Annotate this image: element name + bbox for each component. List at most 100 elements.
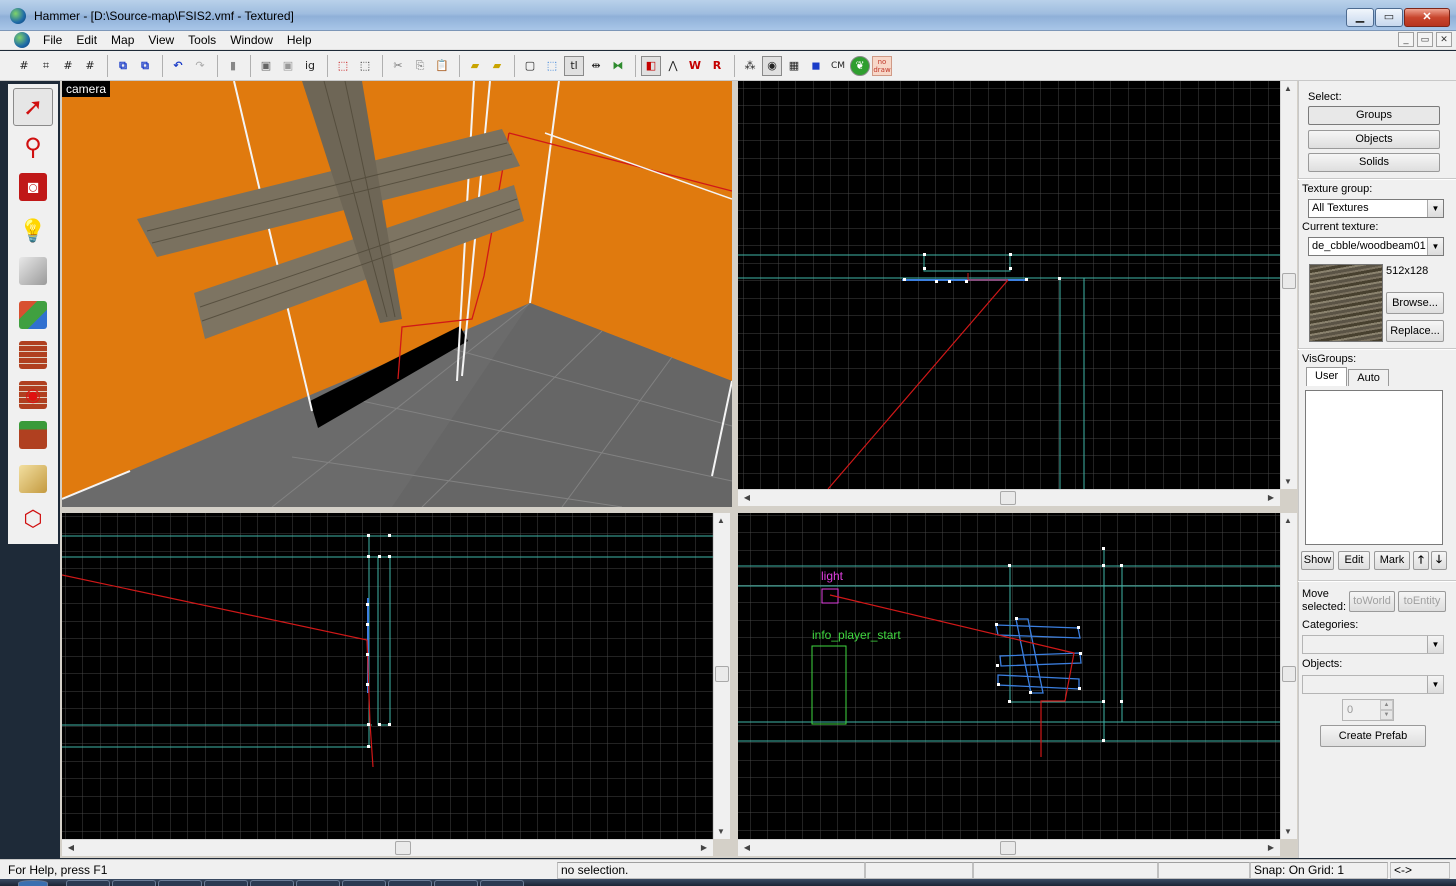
scroll-thumb[interactable]	[1000, 491, 1016, 505]
tab-auto[interactable]: Auto	[1348, 369, 1389, 386]
visgroup-edit-button[interactable]: Edit	[1338, 551, 1370, 570]
hazard-stripes-x-icon[interactable]: ▰	[487, 56, 507, 76]
flip-horizontal-icon[interactable]: ⇹	[586, 56, 606, 76]
chevron-down-icon[interactable]: ▼	[1427, 636, 1443, 653]
overlay-tool[interactable]	[13, 416, 53, 454]
menu-window[interactable]: Window	[223, 31, 280, 50]
auto-selection-icon[interactable]: R	[707, 56, 727, 76]
hide-selected-icon[interactable]: ▣	[256, 56, 276, 76]
model-icon[interactable]: ⋀	[663, 56, 683, 76]
taskbar-app-button[interactable]	[112, 880, 156, 886]
move-to-world-icon[interactable]: ⬚	[355, 56, 375, 76]
toggle-grid-icon[interactable]: #	[14, 56, 34, 76]
doc-minimize-button[interactable]: _	[1398, 32, 1414, 47]
select-box-icon[interactable]: ▢	[520, 56, 540, 76]
start-orb-icon[interactable]	[18, 880, 48, 886]
camera-tool[interactable]: ◙	[13, 168, 53, 206]
flip-vertical-icon[interactable]: ⧓	[608, 56, 628, 76]
apply-texture-tool[interactable]	[13, 336, 53, 374]
move-icon[interactable]: ⁂	[740, 56, 760, 76]
browse-button[interactable]: Browse...	[1386, 292, 1444, 314]
leaf-icon[interactable]: ❦	[850, 55, 870, 76]
select-groups-button[interactable]: Groups	[1308, 106, 1440, 125]
chevron-down-icon[interactable]: ▼	[1427, 200, 1443, 217]
scroll-thumb[interactable]	[1282, 666, 1296, 682]
chevron-down-icon[interactable]: ▼	[1427, 676, 1443, 693]
spinner-down-icon[interactable]: ▼	[1380, 710, 1393, 720]
chevron-down-icon[interactable]: ▼	[1427, 238, 1443, 255]
side-view-viewport[interactable]	[62, 513, 713, 839]
magnify-tool[interactable]: ⚲	[13, 128, 53, 166]
taskbar-app-button[interactable]	[388, 880, 432, 886]
smaller-grid-icon[interactable]: #	[58, 56, 78, 76]
grid-3d-icon[interactable]: ⌗	[36, 56, 56, 76]
current-texture-select[interactable]: de_cbble/woodbeam01 ▼	[1308, 237, 1444, 256]
copy-icon[interactable]: ⎘	[410, 56, 430, 76]
camera-viewport[interactable]: camera	[62, 81, 732, 507]
larger-grid-icon[interactable]: #	[80, 56, 100, 76]
texture-lock-button[interactable]: tl	[564, 55, 584, 76]
move-up-arrow-icon[interactable]: 🡑	[1413, 551, 1429, 570]
move-down-arrow-icon[interactable]: 🡓	[1431, 551, 1447, 570]
scroll-up-arrow-icon[interactable]: ▲	[714, 516, 728, 525]
select-objects-button[interactable]: Objects	[1308, 130, 1440, 149]
taskbar-app-button[interactable]	[434, 880, 478, 886]
scroll-right-arrow-icon[interactable]: ▶	[1264, 843, 1278, 852]
clipping-tool[interactable]	[13, 460, 53, 498]
to-world-button[interactable]: toWorld	[1349, 591, 1395, 612]
cut-icon[interactable]: ✂	[388, 56, 408, 76]
scroll-thumb[interactable]	[395, 841, 411, 855]
top-view-viewport[interactable]	[738, 81, 1280, 489]
scroll-thumb[interactable]	[715, 666, 729, 682]
group-icon[interactable]: ⧉	[113, 56, 133, 76]
ungroup-icon[interactable]: ⧉	[135, 56, 155, 76]
texture-application-tool[interactable]	[13, 296, 53, 334]
hazard-stripes-icon[interactable]: ▰	[465, 56, 485, 76]
taskbar-app-button[interactable]	[66, 880, 110, 886]
scroll-right-arrow-icon[interactable]: ▶	[1264, 493, 1278, 502]
scroll-down-arrow-icon[interactable]: ▼	[1281, 477, 1295, 486]
paste-icon[interactable]: 📋	[432, 56, 452, 76]
decal-tool[interactable]: ◉	[13, 376, 53, 414]
scroll-left-arrow-icon[interactable]: ◀	[740, 843, 754, 852]
tie-to-entity-icon[interactable]: ⬚	[333, 56, 353, 76]
scroll-left-arrow-icon[interactable]: ◀	[740, 493, 754, 502]
entity-tool[interactable]: 💡	[13, 212, 53, 250]
close-button[interactable]: ✕	[1404, 8, 1450, 27]
undo-icon[interactable]: ↶	[168, 56, 188, 76]
visgroup-show-button[interactable]: Show	[1301, 551, 1334, 570]
carve-icon[interactable]: ▮	[223, 56, 243, 76]
object-index-spinner[interactable]: 0 ▲ ▼	[1342, 699, 1394, 721]
top-view-horizontal-scrollbar[interactable]: ◀ ▶	[738, 489, 1280, 506]
menu-edit[interactable]: Edit	[69, 31, 104, 50]
maximize-button[interactable]: ▭	[1375, 8, 1403, 27]
visgroup-mark-button[interactable]: Mark	[1374, 551, 1410, 570]
front-view-horizontal-scrollbar[interactable]: ◀ ▶	[738, 839, 1280, 856]
front-view-viewport[interactable]: light info_player_start	[738, 513, 1280, 839]
taskbar-app-button[interactable]	[158, 880, 202, 886]
cubes-icon[interactable]: ◼	[806, 56, 826, 76]
scroll-down-arrow-icon[interactable]: ▼	[714, 827, 728, 836]
doc-restore-button[interactable]: ▭	[1417, 32, 1433, 47]
side-view-horizontal-scrollbar[interactable]: ◀ ▶	[62, 839, 713, 856]
taskbar-app-button[interactable]	[204, 880, 248, 886]
spinner-up-icon[interactable]: ▲	[1380, 700, 1393, 710]
scroll-thumb[interactable]	[1282, 273, 1296, 289]
categories-select[interactable]: ▼	[1302, 635, 1444, 654]
select-solids-button[interactable]: Solids	[1308, 153, 1440, 172]
side-view-vertical-scrollbar[interactable]: ▲ ▼	[713, 513, 730, 839]
show-hidden-icon[interactable]: ▣	[278, 56, 298, 76]
taskbar-app-button[interactable]	[480, 880, 524, 886]
objects-select[interactable]: ▼	[1302, 675, 1444, 694]
world-icon[interactable]: ◉	[762, 55, 782, 76]
menu-view[interactable]: View	[141, 31, 181, 50]
menu-tools[interactable]: Tools	[181, 31, 223, 50]
visgroups-list[interactable]	[1305, 390, 1443, 545]
redo-icon[interactable]: ↷	[190, 56, 210, 76]
create-prefab-button[interactable]: Create Prefab	[1320, 725, 1426, 747]
cordon-button[interactable]: CM	[828, 56, 848, 76]
minimize-button[interactable]: ▁	[1346, 8, 1374, 27]
auto-visgroups-icon[interactable]: W	[685, 56, 705, 76]
scroll-up-arrow-icon[interactable]: ▲	[1281, 84, 1295, 93]
taskbar-app-button[interactable]	[342, 880, 386, 886]
